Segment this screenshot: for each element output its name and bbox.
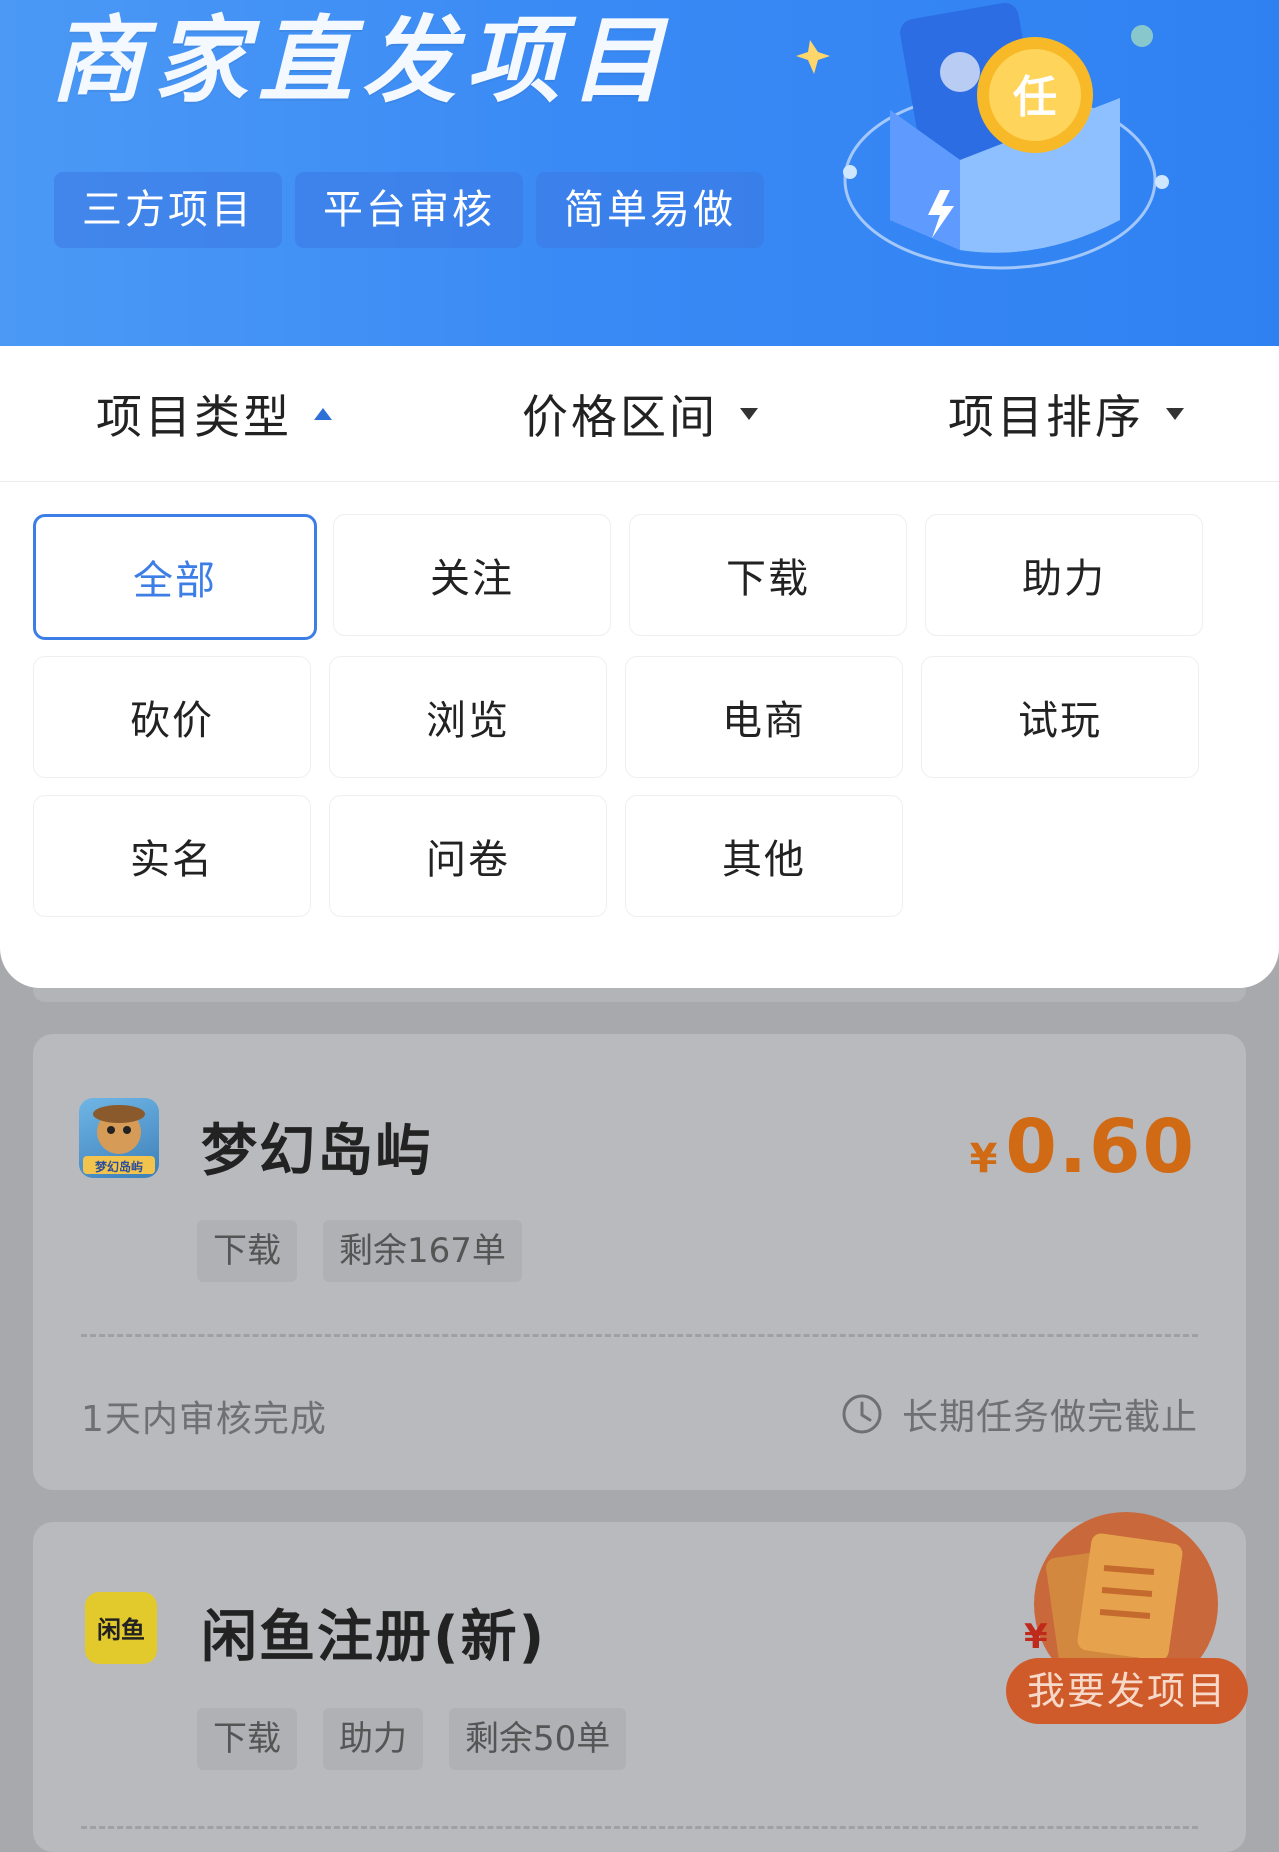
deadline-text: 长期任务做完截止: [901, 1397, 1198, 1438]
category-chip[interactable]: 砍价: [33, 656, 311, 778]
filter-panel: 项目类型 价格区间 项目排序 全部 关注 下载 助力 砍价 浏览 电商 试玩 实…: [0, 346, 1279, 988]
page-title: 商家直发项目: [50, 7, 675, 116]
tag: 剩余50单: [449, 1708, 627, 1770]
category-chip[interactable]: 下载: [629, 514, 907, 636]
game-app-icon: 梦幻岛屿: [79, 1098, 159, 1178]
tag: 助力: [323, 1708, 423, 1770]
coin-box-illustration: 任: [796, 2, 1169, 270]
svg-text:¥: ¥: [1024, 1617, 1048, 1657]
card-divider: [81, 1334, 1198, 1337]
category-chip[interactable]: 问卷: [329, 795, 607, 917]
project-card[interactable]: 梦幻岛屿 梦幻岛屿 ¥0.60 下载 剩余167单 1天内审核完成 长期任务做完…: [33, 1034, 1246, 1490]
svg-text:梦幻岛屿: 梦幻岛屿: [95, 1159, 143, 1174]
filter-project-type[interactable]: 项目类型: [96, 346, 332, 481]
caret-down-icon: [740, 407, 758, 420]
currency-symbol: ¥: [969, 1136, 998, 1182]
svg-text:任: 任: [1013, 72, 1057, 123]
caret-up-icon: [314, 407, 332, 420]
tag: 剩余167单: [323, 1220, 522, 1282]
filter-sort[interactable]: 项目排序: [948, 346, 1184, 481]
caret-down-icon: [1166, 407, 1184, 420]
category-chip[interactable]: 电商: [625, 656, 903, 778]
category-chip[interactable]: 试玩: [921, 656, 1199, 778]
card-peek: [33, 988, 1246, 1002]
tag: 下载: [197, 1220, 297, 1282]
hero-tag: 简单易做: [536, 172, 764, 248]
card-divider: [81, 1826, 1198, 1829]
tag: 下载: [197, 1708, 297, 1770]
category-chip[interactable]: 浏览: [329, 656, 607, 778]
project-tags: 下载 助力 剩余50单: [197, 1708, 627, 1770]
hero-tag: 平台审核: [295, 172, 523, 248]
publish-project-label: 我要发项目: [1006, 1658, 1248, 1724]
project-name: 梦幻岛屿: [201, 1119, 433, 1184]
price-amount: 0.60: [1005, 1104, 1196, 1190]
filter-bar: 项目类型 价格区间 项目排序: [0, 346, 1279, 482]
category-chip[interactable]: 关注: [333, 514, 611, 636]
filter-price-range[interactable]: 价格区间: [522, 346, 758, 481]
category-chip-all[interactable]: 全部: [33, 514, 317, 640]
svg-text:闲鱼: 闲鱼: [97, 1616, 145, 1644]
category-chip[interactable]: 其他: [625, 795, 903, 917]
clock-icon: [842, 1394, 882, 1434]
deadline-info: 长期任务做完截止: [840, 1388, 1198, 1440]
hero-tag: 三方项目: [54, 172, 282, 248]
filter-label: 价格区间: [522, 389, 718, 444]
review-time: 1天内审核完成: [81, 1399, 327, 1440]
project-price: ¥0.60: [970, 1104, 1196, 1190]
xianyu-app-icon: 闲鱼: [85, 1592, 157, 1664]
filter-label: 项目类型: [96, 389, 292, 444]
category-chip[interactable]: 实名: [33, 795, 311, 917]
publish-project-button[interactable]: ¥ 我要发项目: [1004, 1508, 1254, 1738]
hero-tag-list: 三方项目 平台审核 简单易做: [54, 172, 764, 248]
hero-banner: 商家直发项目 三方项目 平台审核 简单易做 任: [0, 0, 1279, 346]
publish-project-icon: ¥: [1024, 1512, 1218, 1696]
project-name: 闲鱼注册(新): [201, 1605, 547, 1670]
project-tags: 下载 剩余167单: [197, 1220, 522, 1282]
filter-label: 项目排序: [948, 389, 1144, 444]
category-chip[interactable]: 助力: [925, 514, 1203, 636]
